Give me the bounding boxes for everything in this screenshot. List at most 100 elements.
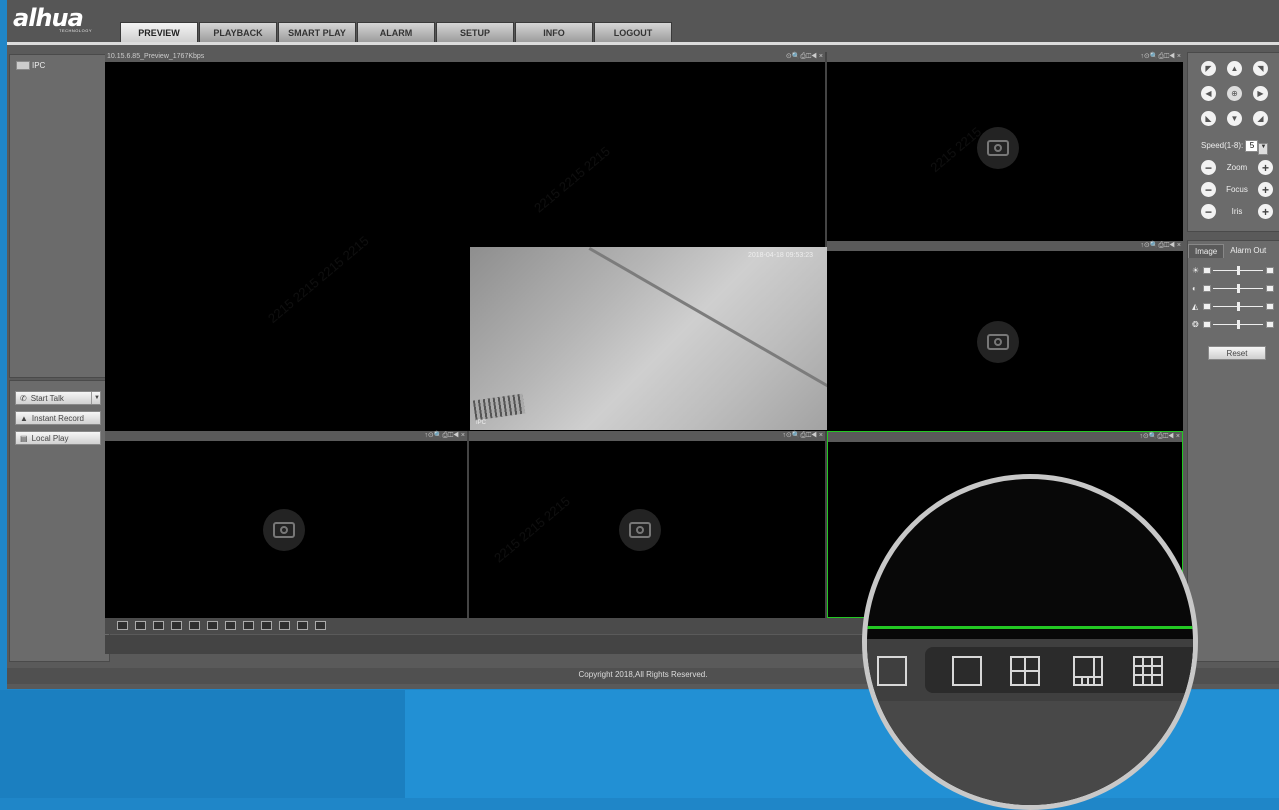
speed-select[interactable]: 5 [1245, 140, 1259, 152]
tab-logout[interactable]: LOGOUT [594, 22, 672, 42]
camera-icon [263, 509, 305, 551]
slider-knob[interactable] [1237, 284, 1240, 293]
zoom-callout [862, 474, 1198, 810]
ptz-up-left-icon[interactable]: ◤ [1201, 61, 1216, 76]
phone-icon: ✆ [20, 393, 27, 403]
contrast-icon: ◐ [1192, 284, 1197, 293]
header: alhua TECHNOLOGY PREVIEW PLAYBACK SMART … [7, 0, 1279, 42]
chevron-down-icon[interactable]: ▼ [1258, 143, 1269, 155]
pane-header: ↑⊙🔍⎙◫◀ × [105, 431, 467, 441]
layout-4-icon[interactable] [225, 621, 236, 630]
stream-third-icon[interactable] [153, 621, 164, 630]
stream-sub-icon[interactable] [135, 621, 146, 630]
image-settings-panel: Image Alarm Out ☀ ◐ ◭ ❂ Reset [1187, 240, 1279, 662]
increase-icon[interactable] [1266, 285, 1274, 292]
pane-tool-icons[interactable]: ↑⊙🔍⎙◫◀ × [424, 431, 465, 440]
decrease-icon[interactable] [1203, 303, 1211, 310]
ceiling-edge [588, 247, 827, 430]
ptz-down-icon[interactable]: ▼ [1227, 111, 1242, 126]
zoom-control: − Zoom + [1201, 160, 1273, 176]
ptz-up-right-icon[interactable]: ◥ [1253, 61, 1268, 76]
decrease-icon[interactable] [1203, 285, 1211, 292]
ptz-3d-position-icon[interactable]: ⊕ [1227, 86, 1242, 101]
layout-4-icon-magnified [1010, 656, 1040, 686]
video-pane-3[interactable]: ↑⊙🔍⎙◫◀ × [827, 241, 1183, 429]
iris-minus-icon[interactable]: − [1201, 204, 1216, 219]
tab-underline [7, 42, 1279, 45]
layout-9-icon-magnified [1133, 656, 1163, 686]
layout-16-icon[interactable] [297, 621, 308, 630]
warning-icon: ▲ [20, 413, 28, 423]
zoom-label: Zoom [1226, 163, 1248, 172]
saturation-icon: ◭ [1192, 302, 1199, 311]
reset-button[interactable]: Reset [1208, 346, 1266, 360]
ptz-up-icon[interactable]: ▲ [1227, 61, 1242, 76]
focus-label: Focus [1226, 185, 1248, 194]
pane-title: 10.15.6.85_Preview_1767Kbps [107, 53, 205, 60]
pane-header: ↑⊙🔍⎙◫◀ × [469, 431, 825, 441]
layout-8-icon[interactable] [261, 621, 272, 630]
ptz-down-right-icon[interactable]: ◢ [1253, 111, 1268, 126]
osd-channel-label: IPC [476, 420, 487, 426]
increase-icon[interactable] [1266, 303, 1274, 310]
selected-pane-border [867, 626, 1193, 629]
focus-control: − Focus + [1201, 182, 1273, 198]
pane-tool-icons[interactable]: ⊙🔍⎙◫◀ × [786, 52, 823, 61]
contrast-slider[interactable]: ◐ [1192, 284, 1277, 294]
fit-window-icon[interactable] [189, 621, 200, 630]
ptz-panel: ◤ ▲ ◥ ◀ ⊕ ▶ ◣ ▼ ◢ Speed(1-8): 5 ▼ − Zoom … [1187, 52, 1279, 232]
ptz-left-icon[interactable]: ◀ [1201, 86, 1216, 101]
pane-tool-icons[interactable]: ↑⊙🔍⎙◫◀ × [1140, 241, 1181, 250]
layout-6-icon[interactable] [243, 621, 254, 630]
tab-preview[interactable]: PREVIEW [120, 22, 198, 42]
tab-smart-play[interactable]: SMART PLAY [278, 22, 356, 42]
focus-plus-icon[interactable]: + [1258, 182, 1273, 197]
magnified-layout-group [925, 647, 1193, 693]
slider-knob[interactable] [1237, 302, 1240, 311]
slider-knob[interactable] [1237, 266, 1240, 275]
ptz-right-icon[interactable]: ▶ [1253, 86, 1268, 101]
video-pane-4[interactable]: ↑⊙🔍⎙◫◀ × [105, 431, 469, 618]
device-tree-panel: IPC [9, 54, 110, 378]
stream-main-icon[interactable] [117, 621, 128, 630]
pane-tool-icons[interactable]: ↑⊙🔍⎙◫◀ × [782, 431, 823, 440]
brightness-slider[interactable]: ☀ [1192, 266, 1277, 276]
layout-1-icon[interactable] [207, 621, 218, 630]
layout-1-icon-magnified [952, 656, 982, 686]
edit-layout-icon[interactable] [315, 621, 326, 630]
iris-plus-icon[interactable]: + [1258, 204, 1273, 219]
ptz-down-left-icon[interactable]: ◣ [1201, 111, 1216, 126]
increase-icon[interactable] [1266, 267, 1274, 274]
live-camera-view[interactable]: 2018-04-18 09:53:23 IPC [470, 247, 827, 430]
zoom-in-icon[interactable]: + [1258, 160, 1273, 175]
talk-dropdown-arrow[interactable]: ▼ [91, 392, 102, 404]
hue-slider[interactable]: ❂ [1192, 320, 1277, 330]
local-play-label: Local Play [31, 433, 69, 443]
decrease-icon[interactable] [1203, 267, 1211, 274]
start-talk-button[interactable]: ✆ Start Talk ▼ [15, 391, 101, 405]
tab-alarm-out[interactable]: Alarm Out [1224, 244, 1272, 258]
ceiling-vent [472, 393, 526, 421]
video-pane-5[interactable]: ↑⊙🔍⎙◫◀ × [469, 431, 827, 618]
speed-label: Speed(1-8): [1201, 141, 1244, 150]
local-play-button[interactable]: ▤ Local Play [15, 431, 101, 445]
pane-tool-icons[interactable]: ↑⊙🔍⎙◫◀ × [1139, 432, 1180, 441]
saturation-slider[interactable]: ◭ [1192, 302, 1277, 312]
focus-minus-icon[interactable]: − [1201, 182, 1216, 197]
tab-info[interactable]: INFO [515, 22, 593, 42]
background-left [0, 690, 405, 798]
video-pane-2[interactable]: ↑⊙🔍⎙◫◀ × [827, 52, 1183, 239]
tab-alarm[interactable]: ALARM [357, 22, 435, 42]
layout-9-icon[interactable] [279, 621, 290, 630]
increase-icon[interactable] [1266, 321, 1274, 328]
device-item-ipc[interactable]: IPC [16, 61, 45, 70]
instant-record-button[interactable]: ▲ Instant Record [15, 411, 101, 425]
pane-tool-icons[interactable]: ↑⊙🔍⎙◫◀ × [1140, 52, 1181, 61]
tab-image[interactable]: Image [1188, 244, 1225, 258]
tab-setup[interactable]: SETUP [436, 22, 514, 42]
zoom-out-icon[interactable]: − [1201, 160, 1216, 175]
tab-playback[interactable]: PLAYBACK [199, 22, 277, 42]
fullscreen-icon[interactable] [171, 621, 182, 630]
slider-knob[interactable] [1237, 320, 1240, 329]
decrease-icon[interactable] [1203, 321, 1211, 328]
